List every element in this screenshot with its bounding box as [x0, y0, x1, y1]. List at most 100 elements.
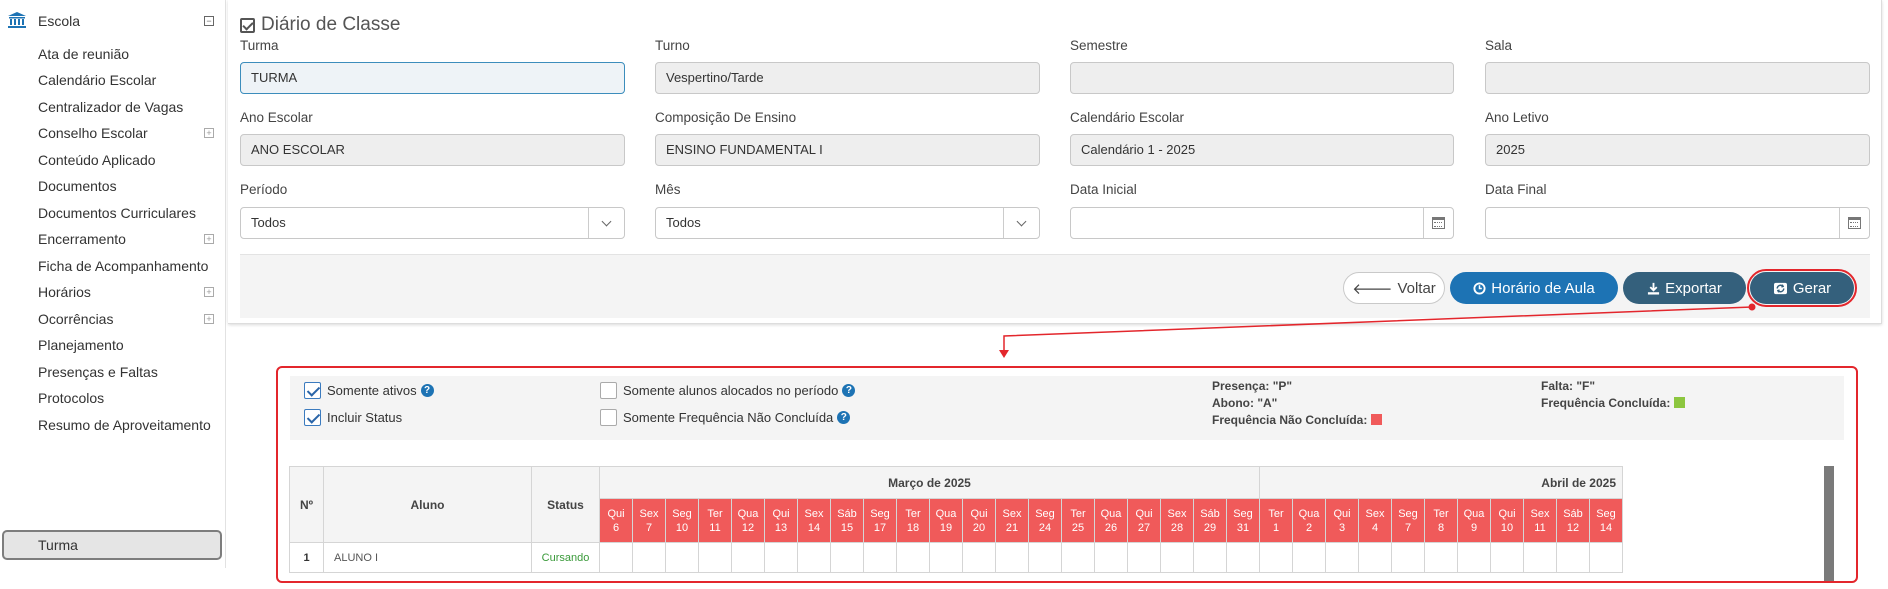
day-number: 18 [906, 521, 920, 534]
attendance-cell[interactable] [863, 542, 897, 573]
attendance-cell[interactable] [1424, 542, 1458, 573]
sidebar-header-escola[interactable]: Escola − [0, 8, 226, 34]
sidebar-item[interactable]: Ocorrências [38, 308, 113, 330]
attendance-cell[interactable] [1094, 542, 1128, 573]
day-weekday: Qua [737, 507, 759, 520]
attendance-cell[interactable] [599, 542, 633, 573]
semestre-field[interactable] [1070, 62, 1454, 94]
day-header: Ter 1 [1259, 498, 1293, 543]
attendance-cell[interactable] [1358, 542, 1392, 573]
expand-icon[interactable]: + [204, 234, 214, 244]
checkbox-checked[interactable] [304, 409, 321, 426]
help-icon[interactable]: ? [420, 384, 434, 397]
sidebar-item[interactable]: Presenças e Faltas [38, 361, 158, 383]
attendance-cell[interactable] [1226, 542, 1260, 573]
horario-de-aula-button[interactable]: Horário de Aula [1450, 272, 1618, 304]
attendance-cell[interactable] [764, 542, 798, 573]
attendance-cell[interactable] [1523, 542, 1557, 573]
sidebar-item[interactable]: Horários [38, 281, 91, 303]
somente-ativos-checkbox[interactable]: Somente ativos ? [304, 382, 434, 399]
sidebar-item[interactable]: Documentos [38, 175, 117, 197]
somente-freq-checkbox[interactable]: Somente Frequência Não Concluída ? [600, 409, 851, 426]
legend-abono: Abono: "A" [1212, 396, 1278, 410]
attendance-cell[interactable] [1325, 542, 1359, 573]
attendance-cell[interactable] [731, 542, 765, 573]
turno-field[interactable]: Vespertino/Tarde [655, 62, 1040, 94]
data-final-field[interactable] [1485, 207, 1870, 239]
exportar-button[interactable]: Exportar [1623, 272, 1746, 304]
calendar-button[interactable] [1839, 208, 1869, 238]
gerar-button[interactable]: Gerar [1747, 269, 1857, 307]
attendance-cell[interactable] [1292, 542, 1326, 573]
voltar-button[interactable]: 🡐 Voltar [1343, 272, 1445, 304]
attendance-cell[interactable] [1259, 542, 1293, 573]
sidebar-item[interactable]: Calendário Escolar [38, 69, 156, 91]
attendance-cell[interactable] [1127, 542, 1161, 573]
sala-field[interactable] [1485, 62, 1870, 94]
attendance-cell[interactable] [797, 542, 831, 573]
sidebar-item[interactable]: Resumo de Aproveitamento [38, 414, 211, 436]
attendance-cell[interactable] [995, 542, 1029, 573]
calendario-field[interactable]: Calendário 1 - 2025 [1070, 134, 1454, 166]
day-weekday: Seg [1233, 507, 1253, 520]
attendance-cell[interactable] [1589, 542, 1623, 573]
attendance-cell[interactable] [1061, 542, 1095, 573]
day-number: 20 [972, 521, 986, 534]
sidebar-item[interactable]: Protocolos [38, 387, 104, 409]
ano-letivo-field[interactable]: 2025 [1485, 134, 1870, 166]
checkbox-unchecked[interactable] [600, 409, 617, 426]
sidebar-item[interactable]: Ficha de Acompanhamento [38, 255, 208, 277]
data-inicial-field[interactable] [1070, 207, 1454, 239]
attendance-cell[interactable] [1160, 542, 1194, 573]
attendance-cell[interactable] [830, 542, 864, 573]
ano-escolar-field[interactable]: ANO ESCOLAR [240, 134, 625, 166]
attendance-cell[interactable] [929, 542, 963, 573]
attendance-cell[interactable] [962, 542, 996, 573]
attendance-cell[interactable] [698, 542, 732, 573]
somente-alocados-checkbox[interactable]: Somente alunos alocados no período ? [600, 382, 856, 399]
attendance-cell[interactable] [1193, 542, 1227, 573]
sidebar-item[interactable]: Encerramento [38, 228, 126, 250]
day-weekday: Seg [1035, 507, 1055, 520]
collapse-icon[interactable]: − [204, 16, 214, 26]
sidebar-item-turma[interactable]: Turma [2, 530, 222, 560]
sala-label: Sala [1485, 38, 1513, 53]
incluir-status-label: Incluir Status [327, 410, 403, 425]
sidebar-item[interactable]: Conteúdo Aplicado [38, 149, 156, 171]
attendance-cell[interactable] [1391, 542, 1425, 573]
day-number: 6 [612, 521, 620, 534]
chevron-down-icon[interactable] [1003, 208, 1039, 238]
checkbox-checked[interactable] [304, 382, 321, 399]
attendance-cell[interactable] [1028, 542, 1062, 573]
day-weekday: Qui [607, 507, 625, 520]
sidebar-item[interactable]: Documentos Curriculares [38, 202, 196, 224]
incluir-status-checkbox[interactable]: Incluir Status [304, 409, 402, 426]
attendance-cell[interactable] [1490, 542, 1524, 573]
chevron-down-icon[interactable] [588, 208, 624, 238]
attendance-cell[interactable] [632, 542, 666, 573]
calendar-button[interactable] [1423, 208, 1453, 238]
checkbox-unchecked[interactable] [600, 382, 617, 399]
sidebar-item[interactable]: Centralizador de Vagas [38, 96, 183, 118]
expand-icon[interactable]: + [204, 128, 214, 138]
help-icon[interactable]: ? [837, 411, 851, 424]
attendance-cell[interactable] [1556, 542, 1590, 573]
sidebar-item[interactable]: Ata de reunião [38, 43, 129, 65]
expand-icon[interactable]: + [204, 287, 214, 297]
attendance-cell[interactable] [665, 542, 699, 573]
table-scrollbar[interactable] [1824, 466, 1834, 581]
attendance-cell[interactable] [1457, 542, 1491, 573]
turma-field[interactable]: TURMA [240, 62, 625, 94]
mes-select[interactable]: Todos [655, 207, 1040, 239]
day-header: Qui 3 [1325, 498, 1359, 543]
expand-icon[interactable]: + [204, 314, 214, 324]
composicao-field[interactable]: ENSINO FUNDAMENTAL I [655, 134, 1040, 166]
sidebar-item[interactable]: Conselho Escolar [38, 122, 148, 144]
sidebar-item[interactable]: Planejamento [38, 334, 124, 356]
student-name[interactable]: ALUNO I [323, 542, 532, 573]
student-status: Cursando [531, 542, 600, 573]
periodo-select[interactable]: Todos [240, 207, 625, 239]
day-number: 3 [1338, 521, 1346, 534]
attendance-cell[interactable] [896, 542, 930, 573]
help-icon[interactable]: ? [842, 384, 856, 397]
